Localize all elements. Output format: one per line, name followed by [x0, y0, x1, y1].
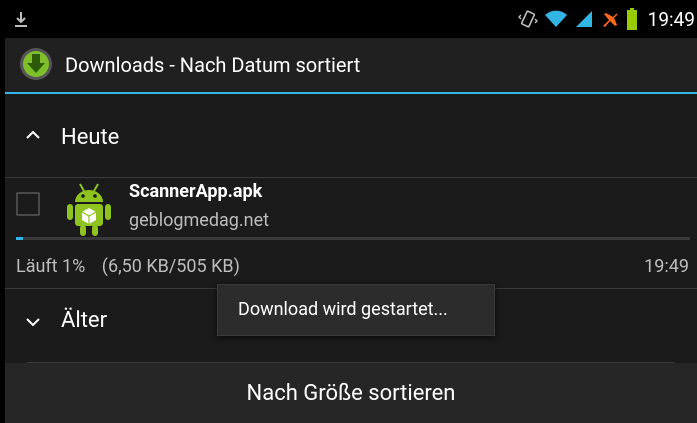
battery-icon [626, 8, 637, 30]
vibrate-icon [517, 10, 538, 28]
page-title: Downloads - Nach Datum sortiert [65, 53, 361, 77]
toast-text: Download wird gestartet... [238, 299, 448, 320]
download-source: geblogmedag.net [129, 210, 270, 231]
download-filename[interactable]: ScannerApp.apk [129, 181, 262, 202]
action-bar: Downloads - Nach Datum sortiert [5, 38, 697, 92]
section-header-today[interactable]: Heute [5, 105, 697, 169]
download-status: Läuft 1% [16, 256, 86, 277]
download-status-row: Läuft 1% (6,50 KB/505 KB) [16, 256, 252, 277]
clock: 19:49 [647, 7, 695, 31]
section-label: Älter [61, 308, 108, 333]
signal-icon [575, 11, 592, 27]
action-bar-accent-line [5, 92, 697, 94]
chevron-up-icon [26, 130, 40, 139]
item-checkbox[interactable] [16, 192, 40, 216]
download-time: 19:49 [644, 256, 689, 277]
chevron-down-icon [26, 318, 40, 327]
sort-by-size-button[interactable]: Nach Größe sortieren [5, 363, 697, 423]
screen: 19:49 Downloads - Nach Datum sortiert He… [5, 0, 697, 423]
sort-button-label: Nach Größe sortieren [246, 381, 456, 406]
download-progress-fill [16, 237, 23, 240]
toast-message: Download wird gestartet... [217, 284, 495, 336]
section-label: Heute [61, 125, 120, 150]
wifi-icon [544, 10, 567, 27]
download-icon [15, 12, 27, 27]
android-apk-icon [67, 183, 111, 236]
divider [5, 177, 697, 178]
downloads-app-icon[interactable] [19, 47, 53, 81]
download-progress-bar [16, 237, 690, 240]
download-size: (6,50 KB/505 KB) [101, 256, 240, 277]
airplane-icon [602, 13, 618, 27]
status-bar: 19:49 [5, 0, 697, 38]
